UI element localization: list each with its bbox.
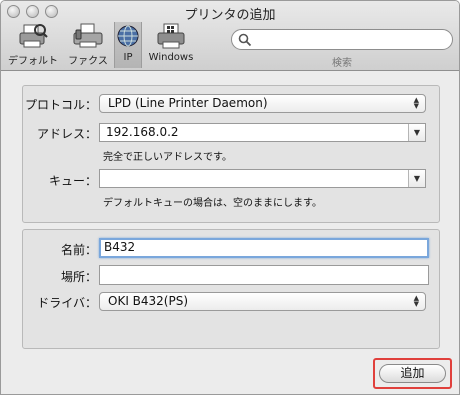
default-printer-icon (19, 24, 48, 48)
name-value: B432 (104, 240, 136, 254)
address-field[interactable]: 192.168.0.2 ▼ (99, 123, 426, 142)
queue-field[interactable]: ▼ (99, 169, 426, 188)
search-input[interactable] (231, 29, 453, 50)
toolbar-item-label: Windows (148, 52, 194, 63)
toolbar: プリンタの追加 デフォルト ファクス IP Windows 検索 (1, 1, 459, 71)
toolbar-item-windows[interactable]: Windows (146, 22, 196, 68)
toolbar-item-label: ファクス (68, 56, 108, 67)
toolbar-item-label: デフォルト (8, 56, 58, 67)
window-title: プリンタの追加 (184, 8, 276, 23)
address-value: 192.168.0.2 (106, 125, 179, 139)
address-dropdown-button[interactable]: ▼ (408, 124, 425, 141)
name-field[interactable]: B432 (99, 238, 429, 258)
queue-hint: デフォルトキューの場合は、空のままにします。 (103, 198, 322, 209)
toolbar-item-label: IP (123, 52, 133, 63)
driver-label: ドライバ： (37, 296, 97, 310)
name-label: 名前： (60, 243, 97, 257)
windows-printer-icon (157, 23, 185, 49)
toolbar-item-ip[interactable]: IP (114, 22, 142, 68)
queue-dropdown-button[interactable]: ▼ (408, 170, 425, 187)
address-hint: 完全で正しいアドレスです。 (103, 152, 232, 163)
protocol-label: プロトコル： (24, 98, 97, 112)
search-label: 検索 (332, 58, 352, 69)
driver-select[interactable]: OKI B432(PS) ▲ ▼ (99, 292, 426, 311)
updown-arrows-icon: ▲ ▼ (413, 294, 419, 308)
add-button-highlight: 追加 (373, 358, 452, 389)
printer-panel: 名前： B432 場所： ドライバ： OKI B432(PS) ▲ ▼ (22, 229, 440, 349)
location-field[interactable] (99, 265, 429, 285)
toolbar-item-fax[interactable]: ファクス (63, 22, 113, 68)
add-button[interactable]: 追加 (379, 364, 446, 383)
updown-arrows-icon: ▲ ▼ (413, 96, 419, 110)
search-icon (238, 33, 252, 47)
ip-globe-icon (117, 25, 139, 47)
address-label: アドレス： (36, 127, 97, 141)
protocol-select[interactable]: LPD (Line Printer Daemon) ▲ ▼ (99, 94, 426, 113)
toolbar-item-default[interactable]: デフォルト (5, 22, 61, 68)
protocol-value: LPD (Line Printer Daemon) (108, 96, 268, 110)
add-printer-window: プリンタの追加 デフォルト ファクス IP Windows 検索 プロトコル： … (0, 0, 460, 395)
queue-label: キュー： (48, 174, 97, 188)
driver-value: OKI B432(PS) (108, 294, 189, 308)
fax-icon (73, 23, 103, 48)
connection-panel: プロトコル： LPD (Line Printer Daemon) ▲ ▼ アドレス… (22, 85, 440, 223)
location-label: 場所： (60, 270, 97, 284)
